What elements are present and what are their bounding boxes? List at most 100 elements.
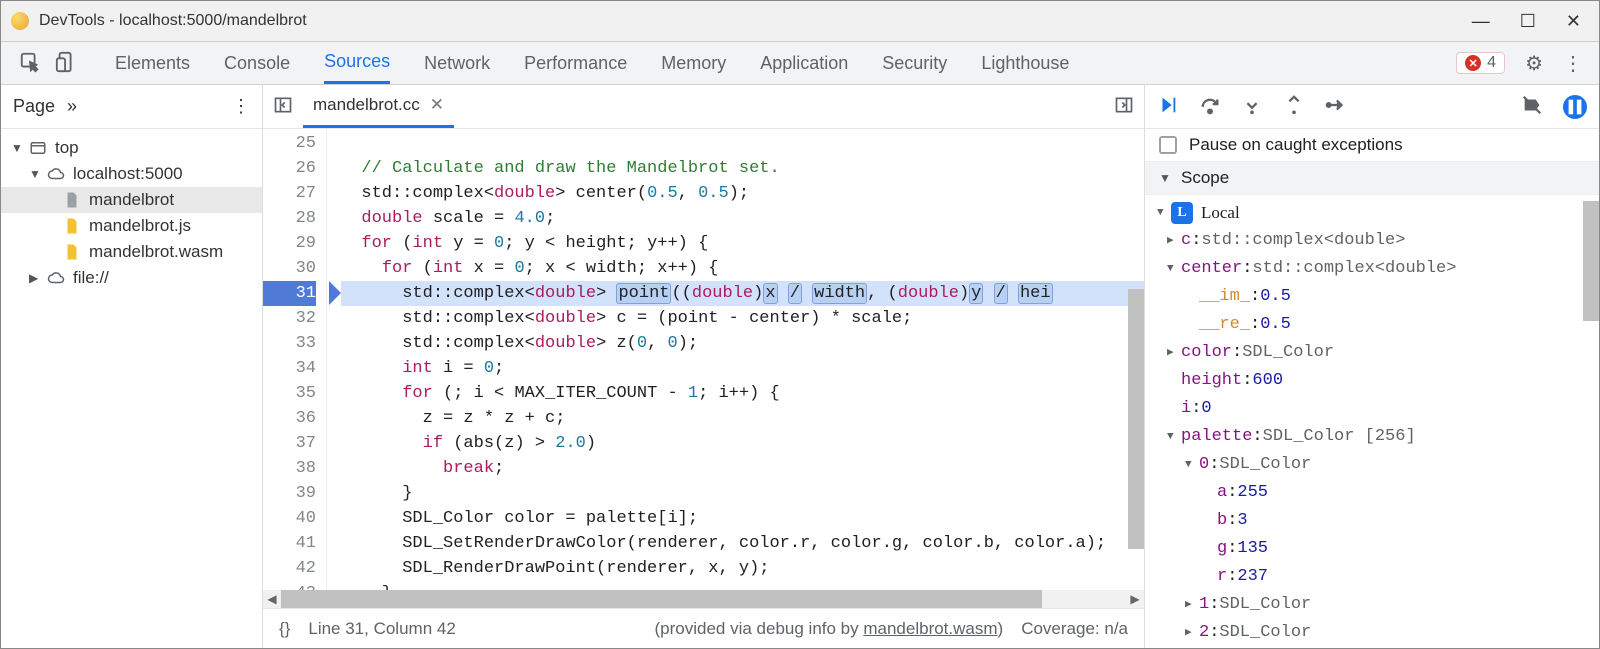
editor-tab-label: mandelbrot.cc — [313, 95, 420, 115]
var-palette-0-a[interactable]: a: 255 — [1145, 479, 1599, 507]
minimize-button[interactable]: — — [1472, 11, 1490, 32]
step-into-icon[interactable] — [1241, 94, 1263, 119]
window-titlebar: DevTools - localhost:5000/mandelbrot — ☐… — [1, 1, 1599, 41]
source-editor: mandelbrot.cc ✕ 252627282930313233343536… — [263, 85, 1145, 648]
var-palette-0-g[interactable]: g: 135 — [1145, 535, 1599, 563]
toggle-navigator-icon[interactable] — [273, 95, 293, 118]
more-menu-icon[interactable]: ⋮ — [1563, 51, 1583, 76]
close-tab-icon[interactable]: ✕ — [430, 95, 444, 115]
file-tree: ▼ top ▼ localhost:5000 mandelbrot mandel… — [1, 129, 262, 297]
tab-elements[interactable]: Elements — [115, 42, 190, 84]
coverage-status: Coverage: n/a — [1021, 619, 1128, 639]
code-content[interactable]: // Calculate and draw the Mandelbrot set… — [327, 129, 1144, 590]
settings-icon[interactable]: ⚙ — [1525, 51, 1543, 76]
window-title: DevTools - localhost:5000/mandelbrot — [39, 12, 1472, 30]
var-center-im[interactable]: __im_: 0.5 — [1145, 283, 1599, 311]
scope-local[interactable]: ▼ L Local — [1145, 199, 1599, 227]
window-icon — [29, 139, 47, 157]
tree-host[interactable]: ▼ localhost:5000 — [1, 161, 262, 187]
file-icon — [63, 243, 81, 261]
debugger-panel: Pause on caught exceptions ▼ Scope ▼ L L… — [1145, 85, 1599, 648]
cloud-icon — [47, 165, 65, 183]
cloud-icon — [47, 269, 65, 287]
tab-memory[interactable]: Memory — [661, 42, 726, 84]
local-badge-icon: L — [1171, 202, 1193, 224]
var-palette-0-b[interactable]: b: 3 — [1145, 507, 1599, 535]
scroll-left-icon[interactable]: ◀ — [263, 592, 281, 606]
tree-label: mandelbrot.js — [89, 216, 191, 236]
tab-performance[interactable]: Performance — [524, 42, 627, 84]
device-toggle-icon[interactable] — [55, 51, 77, 76]
editor-statusbar: {} Line 31, Column 42 (provided via debu… — [263, 608, 1144, 648]
tree-label: localhost:5000 — [73, 164, 183, 184]
tab-security[interactable]: Security — [882, 42, 947, 84]
sources-navigator: Page » ⋮ ▼ top ▼ localhost:5000 mandelbr… — [1, 85, 263, 648]
tree-top[interactable]: ▼ top — [1, 135, 262, 161]
scope-header-label: Scope — [1181, 168, 1229, 188]
pause-on-caught-row[interactable]: Pause on caught exceptions — [1145, 129, 1599, 162]
var-center[interactable]: ▼center: std::complex<double> — [1145, 255, 1599, 283]
tab-application[interactable]: Application — [760, 42, 848, 84]
var-palette-2[interactable]: ▶2: SDL_Color — [1145, 619, 1599, 647]
step-over-icon[interactable] — [1199, 94, 1221, 119]
pause-on-caught-label: Pause on caught exceptions — [1189, 135, 1403, 155]
var-c[interactable]: ▶c: std::complex<double> — [1145, 227, 1599, 255]
scope-section-header[interactable]: ▼ Scope — [1145, 162, 1599, 195]
tree-label: top — [55, 138, 79, 158]
var-palette-3[interactable]: ▶3: SDL_Color — [1145, 647, 1599, 648]
maximize-button[interactable]: ☐ — [1520, 11, 1536, 32]
file-icon — [63, 191, 81, 209]
tab-sources[interactable]: Sources — [324, 42, 390, 84]
tab-network[interactable]: Network — [424, 42, 490, 84]
vertical-scrollbar[interactable] — [1128, 289, 1144, 549]
tree-label: mandelbrot.wasm — [89, 242, 223, 262]
error-icon: ✕ — [1465, 55, 1481, 71]
error-count: 4 — [1487, 54, 1496, 72]
devtools-icon — [11, 12, 29, 30]
tree-file-mandelbrot-js[interactable]: mandelbrot.js — [1, 213, 262, 239]
pause-on-caught-checkbox[interactable] — [1159, 136, 1177, 154]
step-icon[interactable] — [1325, 94, 1347, 119]
horizontal-scrollbar[interactable]: ◀ ▶ — [263, 590, 1144, 608]
debug-info-source: (provided via debug info by mandelbrot.w… — [655, 619, 1004, 639]
navigator-tab-page[interactable]: Page — [13, 96, 55, 117]
pretty-print-icon[interactable]: {} — [279, 619, 290, 639]
navigator-more-tabs-icon[interactable]: » — [67, 96, 77, 117]
navigator-menu-icon[interactable]: ⋮ — [232, 96, 250, 117]
var-center-re[interactable]: __re_: 0.5 — [1145, 311, 1599, 339]
var-palette-1[interactable]: ▶1: SDL_Color — [1145, 591, 1599, 619]
deactivate-breakpoints-icon[interactable] — [1521, 94, 1543, 119]
debug-info-link[interactable]: mandelbrot.wasm — [863, 619, 997, 638]
tab-lighthouse[interactable]: Lighthouse — [981, 42, 1069, 84]
pause-on-exceptions-icon[interactable] — [1563, 95, 1587, 119]
var-height[interactable]: height: 600 — [1145, 367, 1599, 395]
cursor-position: Line 31, Column 42 — [308, 619, 455, 639]
line-gutter[interactable]: 2526272829303132333435363738394041424344… — [263, 129, 327, 590]
tree-file-scheme[interactable]: ▶ file:// — [1, 265, 262, 291]
editor-tab-mandelbrot-cc[interactable]: mandelbrot.cc ✕ — [303, 85, 454, 128]
inspect-element-icon[interactable] — [19, 51, 41, 76]
var-palette-0[interactable]: ▼0: SDL_Color — [1145, 451, 1599, 479]
var-palette[interactable]: ▼palette: SDL_Color [256] — [1145, 423, 1599, 451]
scope-tree: ▼ L Local ▶c: std::complex<double> ▼cent… — [1145, 195, 1599, 648]
tree-file-mandelbrot-wasm[interactable]: mandelbrot.wasm — [1, 239, 262, 265]
close-button[interactable]: ✕ — [1566, 11, 1581, 32]
scroll-right-icon[interactable]: ▶ — [1126, 592, 1144, 606]
tree-label: mandelbrot — [89, 190, 174, 210]
toggle-debugger-icon[interactable] — [1114, 95, 1134, 118]
scope-local-label: Local — [1201, 199, 1240, 227]
code-area[interactable]: 2526272829303132333435363738394041424344… — [263, 129, 1144, 590]
scope-scrollbar[interactable] — [1583, 201, 1599, 321]
var-i[interactable]: i: 0 — [1145, 395, 1599, 423]
tab-console[interactable]: Console — [224, 42, 290, 84]
tree-label: file:// — [73, 268, 109, 288]
step-out-icon[interactable] — [1283, 94, 1305, 119]
file-icon — [63, 217, 81, 235]
debugger-toolbar — [1145, 85, 1599, 129]
var-palette-0-r[interactable]: r: 237 — [1145, 563, 1599, 591]
resume-icon[interactable] — [1157, 94, 1179, 119]
devtools-tabbar: Elements Console Sources Network Perform… — [1, 41, 1599, 85]
var-color[interactable]: ▶color: SDL_Color — [1145, 339, 1599, 367]
tree-file-mandelbrot[interactable]: mandelbrot — [1, 187, 262, 213]
error-count-badge[interactable]: ✕ 4 — [1456, 52, 1505, 74]
